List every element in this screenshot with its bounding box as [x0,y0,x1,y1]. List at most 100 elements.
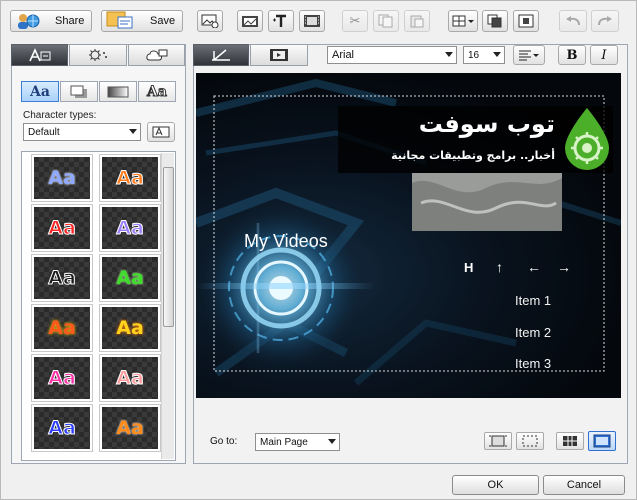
film-strip-icon [270,49,288,61]
character-type-value: Default [28,126,60,138]
bold-button[interactable]: B [558,45,586,65]
menu-preview-canvas[interactable]: My Videos H ↑ ← → Item 1 Item 2 Item 3 ت… [196,73,621,398]
style-thumb[interactable]: Aa [99,354,161,402]
nav-button-next[interactable]: → [557,259,571,275]
character-type-select[interactable]: Default [23,123,141,141]
send-back-icon [518,14,534,28]
style-thumb-label: Aa [116,267,144,289]
ok-button[interactable]: OK [452,475,539,495]
send-back-button[interactable] [513,10,539,32]
style-normal-button[interactable]: Aa [21,81,59,102]
widescreen-toggle-button[interactable] [588,431,616,451]
share-icon [15,12,41,30]
fit-selection-button[interactable] [484,432,512,450]
redo-button[interactable] [591,10,619,32]
style-gallery-scrollbar[interactable] [161,153,174,459]
chevron-down-icon [493,52,501,57]
grid-layout-icon [452,15,474,27]
style-thumb-label: Aa [48,367,77,390]
image-button[interactable] [197,10,223,32]
style-thumb[interactable]: Aa [99,304,161,352]
italic-button[interactable]: I [590,45,618,65]
style-thumb[interactable]: Aa [99,204,161,252]
cut-button[interactable]: ✂ [342,10,368,32]
style-thumb[interactable]: Aa [99,254,161,302]
italic-label: I [601,47,607,63]
watermark-subtitle: أخبار.. برامج وتطبيقات مجانية [391,149,555,162]
style-thumb-label: Aa [48,317,76,339]
tab-text-style[interactable] [11,44,68,66]
style-gradient-button[interactable] [99,81,137,102]
menu-item[interactable]: Item 2 [515,325,551,340]
font-size-select[interactable]: 16 [463,46,505,64]
menu-item[interactable]: Item 1 [515,293,551,308]
tab-effects[interactable] [69,44,127,66]
goto-select[interactable]: Main Page [255,433,340,451]
tab-playback[interactable] [250,44,308,66]
style-thumb[interactable]: Aa [31,304,93,352]
paste-icon [410,15,424,28]
save-button[interactable]: Save [101,10,183,32]
add-picture-button[interactable] [237,10,263,32]
shadow-icon [70,85,87,98]
style-outline-button[interactable]: Aa [138,81,176,102]
menu-title[interactable]: My Videos [244,231,328,252]
paste-button[interactable] [404,10,430,32]
save-icon [106,11,134,32]
style-thumb-label: Aa [116,217,145,240]
style-thumb[interactable]: Aa [99,154,161,202]
menu-item[interactable]: Item 3 [515,356,551,371]
style-thumb-label: Aa [48,217,77,240]
style-thumb[interactable]: Aa [31,154,93,202]
character-settings-button[interactable] [147,122,175,142]
gradient-icon [107,86,129,97]
scrollbar-thumb[interactable] [163,167,174,327]
style-thumb-label: Aa [116,367,145,390]
undo-button[interactable] [559,10,587,32]
tab-shapes[interactable] [128,44,185,66]
effects-tab-icon [89,49,107,61]
add-text-button[interactable] [268,10,294,32]
style-thumb[interactable]: Aa [99,404,161,452]
nav-button-up[interactable]: ↑ [496,259,503,275]
grid-icon [563,436,577,446]
watermark-title: توب سوفت [418,110,555,138]
font-name-value: Arial [332,49,355,61]
add-chapter-button[interactable] [299,10,325,32]
picture-icon [201,14,219,28]
watermark-logo: توب سوفت أخبار.. برامج وتطبيقات مجانية [338,106,613,173]
style-outline-label: Aa [147,83,168,100]
align-dropdown-button[interactable] [513,45,545,65]
chevron-down-icon [129,129,137,134]
chevron-down-icon [328,439,336,444]
cancel-button[interactable]: Cancel [543,475,625,495]
align-left-icon [519,50,539,61]
grid-toggle-button[interactable] [556,432,584,450]
bring-front-button[interactable] [482,10,508,32]
style-thumb-label: Aa [48,267,77,290]
goto-label: Go to: [210,436,238,447]
add-picture-icon [242,16,258,27]
font-name-select[interactable]: Arial [327,46,457,64]
nav-button-previous[interactable]: ← [527,259,541,275]
copy-button[interactable] [373,10,399,32]
tab-edit[interactable] [193,44,249,66]
style-gallery: Aa Aa Aa Aa Aa Aa Aa Aa Aa Aa Aa Aa [21,151,176,461]
screen-icon [593,434,611,448]
style-thumb[interactable]: Aa [31,254,93,302]
watermark-seal-icon [565,108,609,170]
authoring-window: Share Save ✂ Aa Aa Character types: Defa… [0,0,637,500]
style-thumb-label: Aa [116,417,144,439]
share-button[interactable]: Share [10,10,92,32]
nav-button-home[interactable]: H [464,260,473,275]
style-thumb[interactable]: Aa [31,354,93,402]
layout-dropdown-button[interactable] [448,10,478,32]
copy-icon [378,14,393,28]
style-shadow-button[interactable] [60,81,98,102]
style-normal-label: Aa [30,83,50,100]
share-label: Share [55,15,85,27]
safe-area-button[interactable] [516,432,544,450]
bring-front-icon [487,14,502,28]
style-thumb[interactable]: Aa [31,404,93,452]
style-thumb[interactable]: Aa [31,204,93,252]
